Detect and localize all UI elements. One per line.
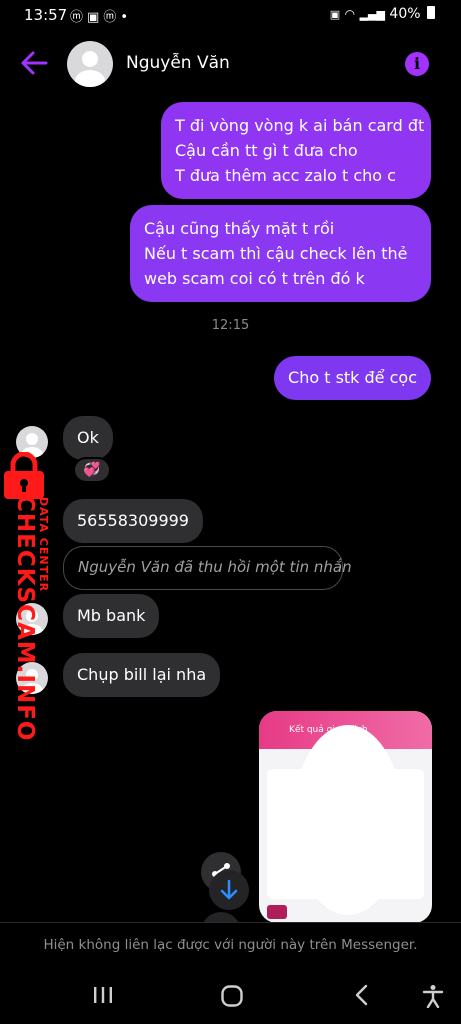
messenger-icon: ⓜ [103, 10, 121, 25]
outgoing-message[interactable]: Cậu cũng thấy mặt t rồi Nếu t scam thì c… [130, 205, 431, 302]
message-timestamp: 12:15 [211, 318, 250, 333]
status-right: ▣ ◠ ▂▄▆ 40% [330, 6, 435, 22]
back-arrow-icon[interactable] [20, 50, 48, 76]
message-line: T đưa thêm acc zalo t cho c [175, 166, 396, 185]
messenger-icon: ⓜ [70, 10, 88, 25]
incoming-message[interactable]: Mb bank [63, 594, 160, 638]
status-bar: 13:57 ⓜ▣ⓜ• ▣ ◠ ▂▄▆ 40% [0, 0, 461, 30]
scroll-down-button[interactable] [209, 870, 249, 910]
incoming-message[interactable]: Chụp bill lại nha [63, 653, 221, 697]
composer-disabled-bar: Hiện không liên lạc được với người này t… [0, 922, 461, 972]
back-icon[interactable] [352, 984, 372, 1006]
contact-avatar[interactable] [67, 41, 113, 87]
home-icon[interactable] [220, 984, 244, 1008]
image-logo [267, 905, 287, 919]
recent-apps-icon[interactable] [92, 984, 114, 1006]
signal-icon: ▂▄▆ [359, 8, 385, 21]
redaction-blob [293, 725, 403, 915]
lock-icon [4, 452, 44, 499]
message-line: Cậu cần tt gì t đưa cho [175, 141, 358, 160]
battery-percent: 40% [389, 6, 421, 22]
default-avatar-icon [75, 51, 105, 87]
battery-icon [427, 6, 435, 19]
image-icon: ▣ [87, 10, 104, 25]
incoming-message[interactable]: 56558309999 [63, 499, 203, 543]
reaction-badge[interactable]: 💞 [73, 457, 111, 483]
watermark-site: CHECKSCAM.INFO [12, 495, 38, 742]
outgoing-message[interactable]: T đi vòng vòng k ai bán card đt Cậu cần … [161, 102, 431, 199]
contact-name[interactable]: Nguyễn Văn [126, 53, 230, 73]
accessibility-icon[interactable] [422, 984, 444, 1008]
watermark-tagline: DATA CENTER [37, 497, 50, 593]
unavailable-notice: Hiện không liên lạc được với người này t… [43, 937, 418, 953]
message-line: Cậu cũng thấy mặt t rồi [144, 219, 335, 238]
dot-icon: • [120, 10, 132, 25]
message-line: Nếu t scam thì cậu check lên thẻ [144, 244, 408, 263]
chat-header: Nguyễn Văn i [0, 38, 461, 90]
outgoing-message[interactable]: Cho t stk để cọc [274, 356, 431, 400]
incoming-message[interactable]: Ok [63, 416, 113, 460]
lock-icon: ▣ [329, 8, 341, 21]
image-attachment[interactable]: Kết quả giao dịch [259, 711, 432, 923]
status-time: 13:57 [24, 6, 68, 24]
message-line: T đi vòng vòng k ai bán card đt [175, 116, 425, 135]
system-nav-bar [0, 972, 461, 1024]
info-icon[interactable]: i [405, 52, 429, 76]
unsent-message-notice: Nguyễn Văn đã thu hồi một tin nhắn [63, 546, 352, 590]
wifi-icon: ◠ [344, 7, 356, 21]
message-line: web scam coi có t trên đó k [144, 269, 365, 288]
watermark: DATA CENTER CHECKSCAM.INFO [0, 495, 50, 742]
arrow-down-icon [220, 879, 238, 900]
notification-icons: ⓜ▣ⓜ• [70, 6, 132, 25]
